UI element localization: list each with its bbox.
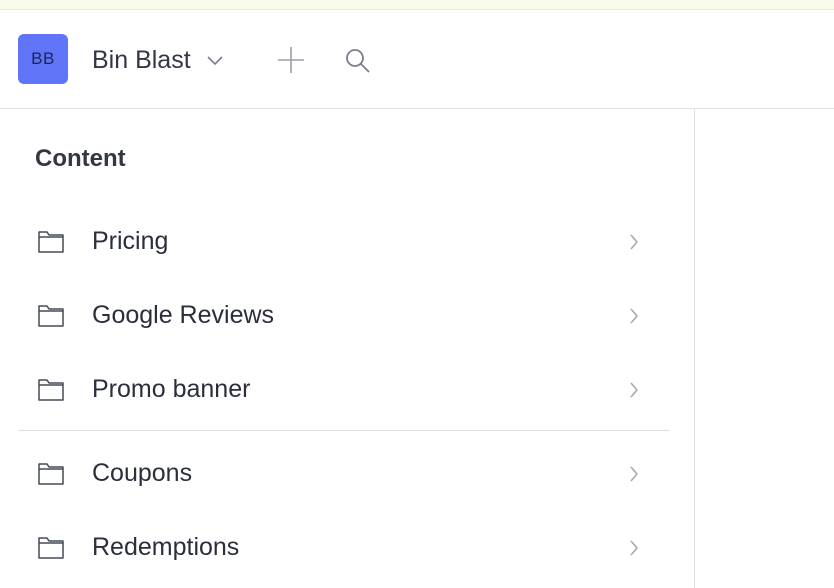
chevron-right-icon: [630, 234, 638, 250]
plus-icon: [278, 47, 304, 73]
chevron-right-icon: [630, 308, 638, 324]
chevron-down-icon: [207, 56, 223, 66]
chevron-right-icon: [630, 466, 638, 482]
search-button[interactable]: [343, 46, 373, 76]
list-item-label: Redemptions: [92, 533, 240, 561]
list-item-promo-banner[interactable]: Promo banner: [0, 359, 694, 419]
list-item-pricing[interactable]: Pricing: [0, 211, 694, 271]
chevron-right-icon: [630, 540, 638, 556]
list-item-label: Promo banner: [92, 375, 251, 403]
chevron-right-icon: [630, 382, 638, 398]
section-title: Content: [35, 145, 126, 172]
list-item-redemptions[interactable]: Redemptions: [0, 517, 694, 577]
avatar-initials: BB: [31, 49, 55, 68]
main-content-area: [695, 109, 834, 588]
project-avatar[interactable]: BB: [18, 34, 68, 84]
folder-icon: [38, 379, 64, 401]
top-header: BB Bin Blast: [0, 10, 834, 109]
list-item-google-reviews[interactable]: Google Reviews: [0, 285, 694, 345]
folder-icon: [38, 537, 64, 559]
folder-icon: [38, 305, 64, 327]
project-switcher[interactable]: Bin Blast: [92, 40, 223, 80]
list-item-label: Coupons: [92, 459, 193, 487]
content-sidebar: Content Pricing Google Reviews Promo ban…: [0, 109, 695, 588]
folder-icon: [38, 231, 64, 253]
project-name: Bin Blast: [92, 45, 191, 74]
list-item-label: Pricing: [92, 227, 169, 255]
group-divider: [18, 430, 670, 431]
search-icon: [346, 49, 370, 73]
list-item-label: Google Reviews: [92, 301, 275, 329]
add-button[interactable]: [276, 45, 306, 75]
list-item-coupons[interactable]: Coupons: [0, 443, 694, 503]
folder-icon: [38, 463, 64, 485]
notification-strip: [0, 0, 834, 10]
